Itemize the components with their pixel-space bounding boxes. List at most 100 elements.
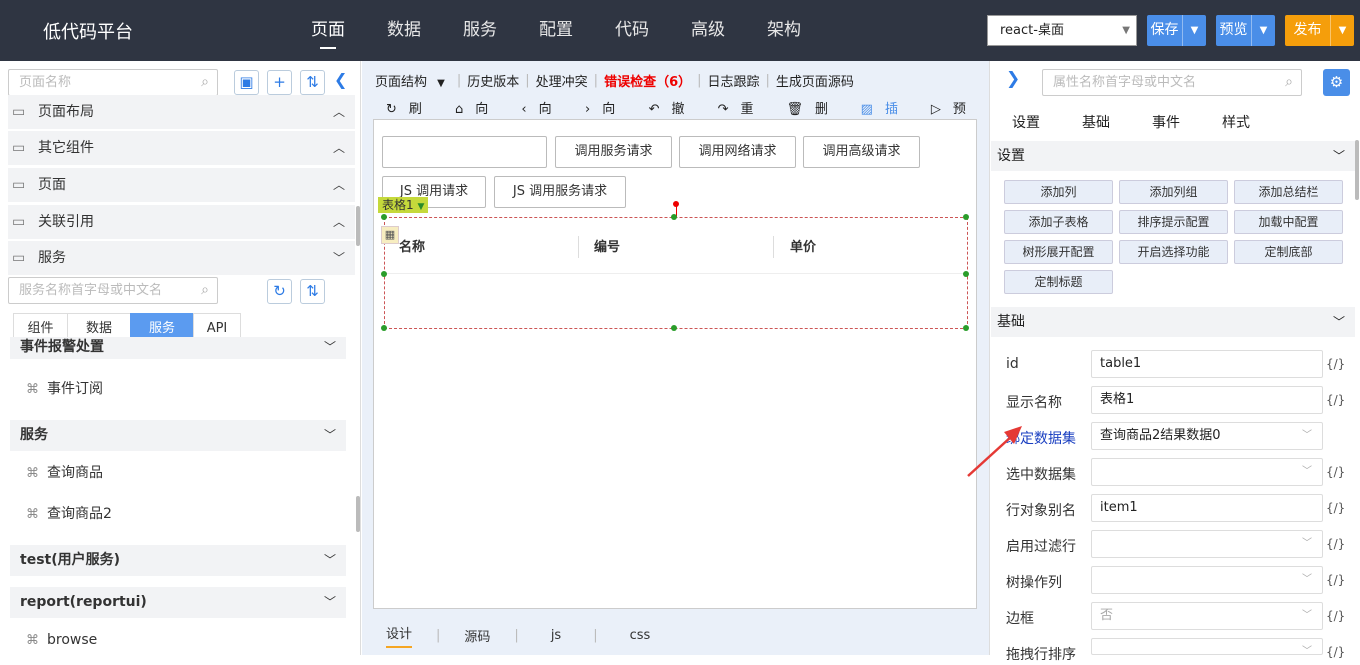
- tab-js[interactable]: js: [551, 628, 561, 643]
- generate-source-link[interactable]: 生成页面源码: [776, 71, 854, 90]
- preview-button[interactable]: 预览 ▼: [1216, 15, 1275, 46]
- resize-handle[interactable]: [671, 214, 677, 220]
- expression-button[interactable]: {/}: [1326, 501, 1345, 515]
- publish-dropdown-icon[interactable]: ▼: [1330, 15, 1354, 46]
- add-folder-button[interactable]: ▣: [234, 70, 259, 95]
- nav-config[interactable]: 配置: [518, 0, 594, 61]
- tab-style[interactable]: 样式: [1222, 112, 1250, 132]
- prop-select-selected-dataset[interactable]: ﹀: [1091, 458, 1323, 486]
- canvas-text-input[interactable]: [382, 136, 547, 168]
- expression-button[interactable]: {/}: [1326, 537, 1345, 551]
- section-event-alarm[interactable]: 事件报警处置 ﹀: [10, 337, 346, 359]
- refresh-services-button[interactable]: ↻: [267, 279, 292, 304]
- forward-button[interactable]: ‹向前: [509, 98, 561, 136]
- resolve-conflict-link[interactable]: 处理冲突: [536, 71, 588, 90]
- resize-handle[interactable]: [381, 214, 387, 220]
- table-settings-icon[interactable]: ▦: [381, 226, 399, 244]
- custom-title-button[interactable]: 定制标题: [1004, 270, 1113, 294]
- property-search-input[interactable]: 属性名称首字母或中文名 ⌕: [1042, 69, 1302, 96]
- section-test-user-service[interactable]: test(用户服务) ﹀: [10, 545, 346, 576]
- tab-settings[interactable]: 设置: [1012, 112, 1040, 132]
- insert-image-button[interactable]: ▨插图: [849, 98, 907, 136]
- lower-scrollbar[interactable]: [356, 496, 360, 532]
- add-summary-button[interactable]: 添加总结栏: [1234, 180, 1343, 204]
- section-service[interactable]: 服务 ﹀: [10, 420, 346, 451]
- prop-select-drag-sort[interactable]: ﹀: [1091, 638, 1323, 657]
- add-column-group-button[interactable]: 添加列组: [1119, 180, 1228, 204]
- tree-expand-config-button[interactable]: 树形展开配置: [1004, 240, 1113, 264]
- basic-section-header[interactable]: 基础 ﹀: [991, 307, 1355, 337]
- expression-button[interactable]: {/}: [1326, 609, 1345, 623]
- upper-scrollbar[interactable]: [356, 206, 360, 246]
- resize-handle[interactable]: [381, 325, 387, 331]
- canvas-preview-button[interactable]: ▷预览: [919, 98, 975, 136]
- call-advanced-request-button[interactable]: 调用高级请求: [803, 136, 920, 168]
- add-subtable-button[interactable]: 添加子表格: [1004, 210, 1113, 234]
- prop-select-border[interactable]: 否 ﹀: [1091, 602, 1323, 630]
- preview-dropdown-icon[interactable]: ▼: [1251, 15, 1275, 46]
- tab-design[interactable]: 设计: [386, 623, 413, 648]
- log-trace-link[interactable]: 日志跟踪: [708, 71, 760, 90]
- delete-button[interactable]: 🗑删除: [775, 98, 837, 136]
- loading-config-button[interactable]: 加载中配置: [1234, 210, 1343, 234]
- prop-select-bind-dataset[interactable]: 查询商品2结果数据0 ﹀: [1091, 422, 1323, 450]
- selected-table[interactable]: 名称 编号 单价 ▦: [381, 214, 969, 331]
- service-search-input[interactable]: 服务名称首字母或中文名 ⌕: [8, 277, 218, 304]
- tab-basic[interactable]: 基础: [1082, 112, 1110, 132]
- nav-architecture[interactable]: 架构: [746, 0, 822, 61]
- enable-selection-button[interactable]: 开启选择功能: [1119, 240, 1228, 264]
- group-page[interactable]: ▭ 页面 ︿: [8, 168, 355, 202]
- expression-button[interactable]: {/}: [1326, 465, 1345, 479]
- call-network-request-button[interactable]: 调用网络请求: [679, 136, 796, 168]
- save-dropdown-icon[interactable]: ▼: [1182, 15, 1206, 46]
- resize-handle[interactable]: [963, 325, 969, 331]
- sort-hint-config-button[interactable]: 排序提示配置: [1119, 210, 1228, 234]
- expression-button[interactable]: {/}: [1326, 393, 1345, 407]
- custom-footer-button[interactable]: 定制底部: [1234, 240, 1343, 264]
- nav-page[interactable]: 页面: [290, 0, 366, 61]
- group-service[interactable]: ▭ 服务 ﹀: [8, 241, 355, 275]
- backward-button[interactable]: ›向后: [573, 98, 625, 136]
- prop-select-filter-row[interactable]: ﹀: [1091, 530, 1323, 558]
- env-select[interactable]: react-桌面 ▼: [987, 15, 1137, 46]
- nav-data[interactable]: 数据: [366, 0, 442, 61]
- expression-button[interactable]: {/}: [1326, 573, 1345, 587]
- selected-component-tag[interactable]: 表格1 ▼: [378, 197, 429, 213]
- group-page-layout[interactable]: ▭ 页面布局 ︿: [8, 95, 355, 129]
- prop-input-display-name[interactable]: 表格1: [1091, 386, 1323, 414]
- prop-select-tree-column[interactable]: ﹀: [1091, 566, 1323, 594]
- nav-code[interactable]: 代码: [594, 0, 670, 61]
- js-call-service-request-button[interactable]: JS 调用服务请求: [494, 176, 626, 208]
- collapse-right-icon[interactable]: ❯: [1006, 69, 1020, 89]
- tab-css[interactable]: css: [630, 628, 651, 643]
- resize-handle[interactable]: [671, 325, 677, 331]
- call-service-request-button[interactable]: 调用服务请求: [555, 136, 672, 168]
- undo-button[interactable]: ↶撤销: [637, 98, 694, 136]
- error-check-link[interactable]: 错误检查（6）: [604, 71, 691, 90]
- page-structure-menu[interactable]: 页面结构 ▼: [375, 71, 451, 90]
- move-up-button[interactable]: ⌂向上: [443, 98, 497, 136]
- group-references[interactable]: ▭ 关联引用 ︿: [8, 205, 355, 239]
- nav-advanced[interactable]: 高级: [670, 0, 746, 61]
- list-item[interactable]: ⌘ 查询商品2: [26, 504, 112, 525]
- tab-events[interactable]: 事件: [1152, 112, 1180, 132]
- resize-handle[interactable]: [963, 214, 969, 220]
- prop-input-row-alias[interactable]: item1: [1091, 494, 1323, 522]
- redo-button[interactable]: ↷重做: [706, 98, 763, 136]
- list-item[interactable]: ⌘ 查询商品: [26, 463, 103, 484]
- page-search-input[interactable]: 页面名称 ⌕: [8, 69, 218, 96]
- tab-source[interactable]: 源码: [464, 626, 490, 645]
- section-report[interactable]: report(reportui) ﹀: [10, 587, 346, 618]
- group-other-components[interactable]: ▭ 其它组件 ︿: [8, 131, 355, 165]
- settings-section-header[interactable]: 设置 ﹀: [991, 141, 1355, 171]
- design-canvas[interactable]: 调用服务请求 调用网络请求 调用高级请求 JS 调用请求 JS 调用服务请求 表…: [373, 119, 977, 609]
- sort-services-button[interactable]: ⇅: [300, 279, 325, 304]
- collapse-left-icon[interactable]: ❮: [334, 70, 347, 89]
- save-button[interactable]: 保存 ▼: [1147, 15, 1206, 46]
- expression-button[interactable]: {/}: [1326, 645, 1345, 659]
- refresh-button[interactable]: ↻刷新: [374, 98, 431, 136]
- nav-service[interactable]: 服务: [442, 0, 518, 61]
- resize-handle[interactable]: [381, 271, 387, 277]
- add-column-button[interactable]: 添加列: [1004, 180, 1113, 204]
- resize-handle[interactable]: [963, 271, 969, 277]
